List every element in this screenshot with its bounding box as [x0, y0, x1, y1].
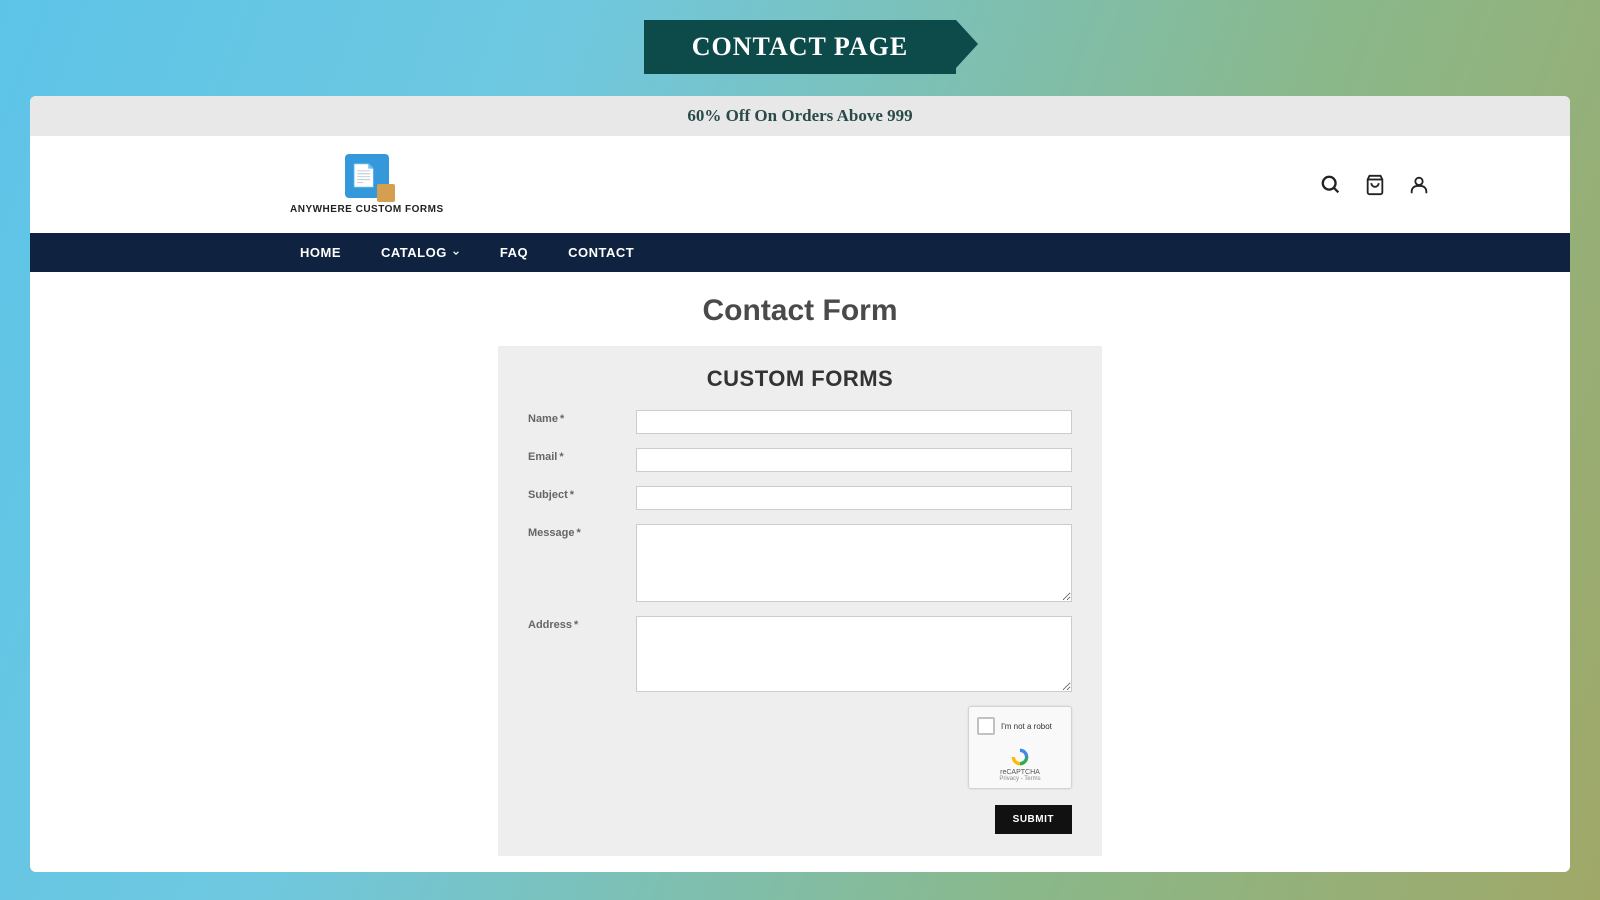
nav-contact[interactable]: CONTACT [548, 233, 654, 272]
page-title: Contact Form [30, 294, 1570, 328]
nav-catalog[interactable]: CATALOG [361, 233, 480, 272]
contact-form: CUSTOM FORMS Name* Email* Subject* Messa… [498, 346, 1102, 856]
main-nav: HOME CATALOG FAQ CONTACT [30, 233, 1570, 272]
header-icons [1320, 174, 1430, 196]
nav-catalog-label: CATALOG [381, 245, 447, 260]
message-label: Message* [528, 524, 636, 539]
chevron-down-icon [452, 249, 460, 257]
logo-text: ANYWHERE CUSTOM FORMS [290, 204, 444, 215]
address-textarea[interactable] [636, 616, 1072, 692]
recaptcha-widget[interactable]: I'm not a robot reCAPTCHA Privacy - Term… [968, 706, 1072, 789]
form-title: CUSTOM FORMS [528, 366, 1072, 392]
name-label: Name* [528, 410, 636, 425]
page-badge: CONTACT PAGE [644, 20, 956, 74]
submit-button[interactable]: SUBMIT [995, 805, 1072, 834]
cart-icon[interactable] [1364, 174, 1386, 196]
promo-banner: 60% Off On Orders Above 999 [30, 96, 1570, 136]
search-icon[interactable] [1320, 174, 1342, 196]
recaptcha-brand: reCAPTCHA [977, 769, 1063, 776]
email-label: Email* [528, 448, 636, 463]
site-logo[interactable]: ANYWHERE CUSTOM FORMS [290, 154, 444, 215]
nav-faq[interactable]: FAQ [480, 233, 548, 272]
recaptcha-checkbox[interactable] [977, 717, 995, 735]
subject-input[interactable] [636, 486, 1072, 510]
user-icon[interactable] [1408, 174, 1430, 196]
message-textarea[interactable] [636, 524, 1072, 602]
subject-label: Subject* [528, 486, 636, 501]
name-input[interactable] [636, 410, 1072, 434]
app-viewport: 60% Off On Orders Above 999 ANYWHERE CUS… [30, 96, 1570, 872]
recaptcha-text: I'm not a robot [1001, 722, 1052, 731]
email-input[interactable] [636, 448, 1072, 472]
logo-icon [345, 154, 389, 198]
site-header: ANYWHERE CUSTOM FORMS [30, 136, 1570, 233]
recaptcha-logo-icon [1010, 747, 1030, 767]
recaptcha-links[interactable]: Privacy - Terms [977, 776, 1063, 782]
nav-home[interactable]: HOME [280, 233, 361, 272]
address-label: Address* [528, 616, 636, 631]
